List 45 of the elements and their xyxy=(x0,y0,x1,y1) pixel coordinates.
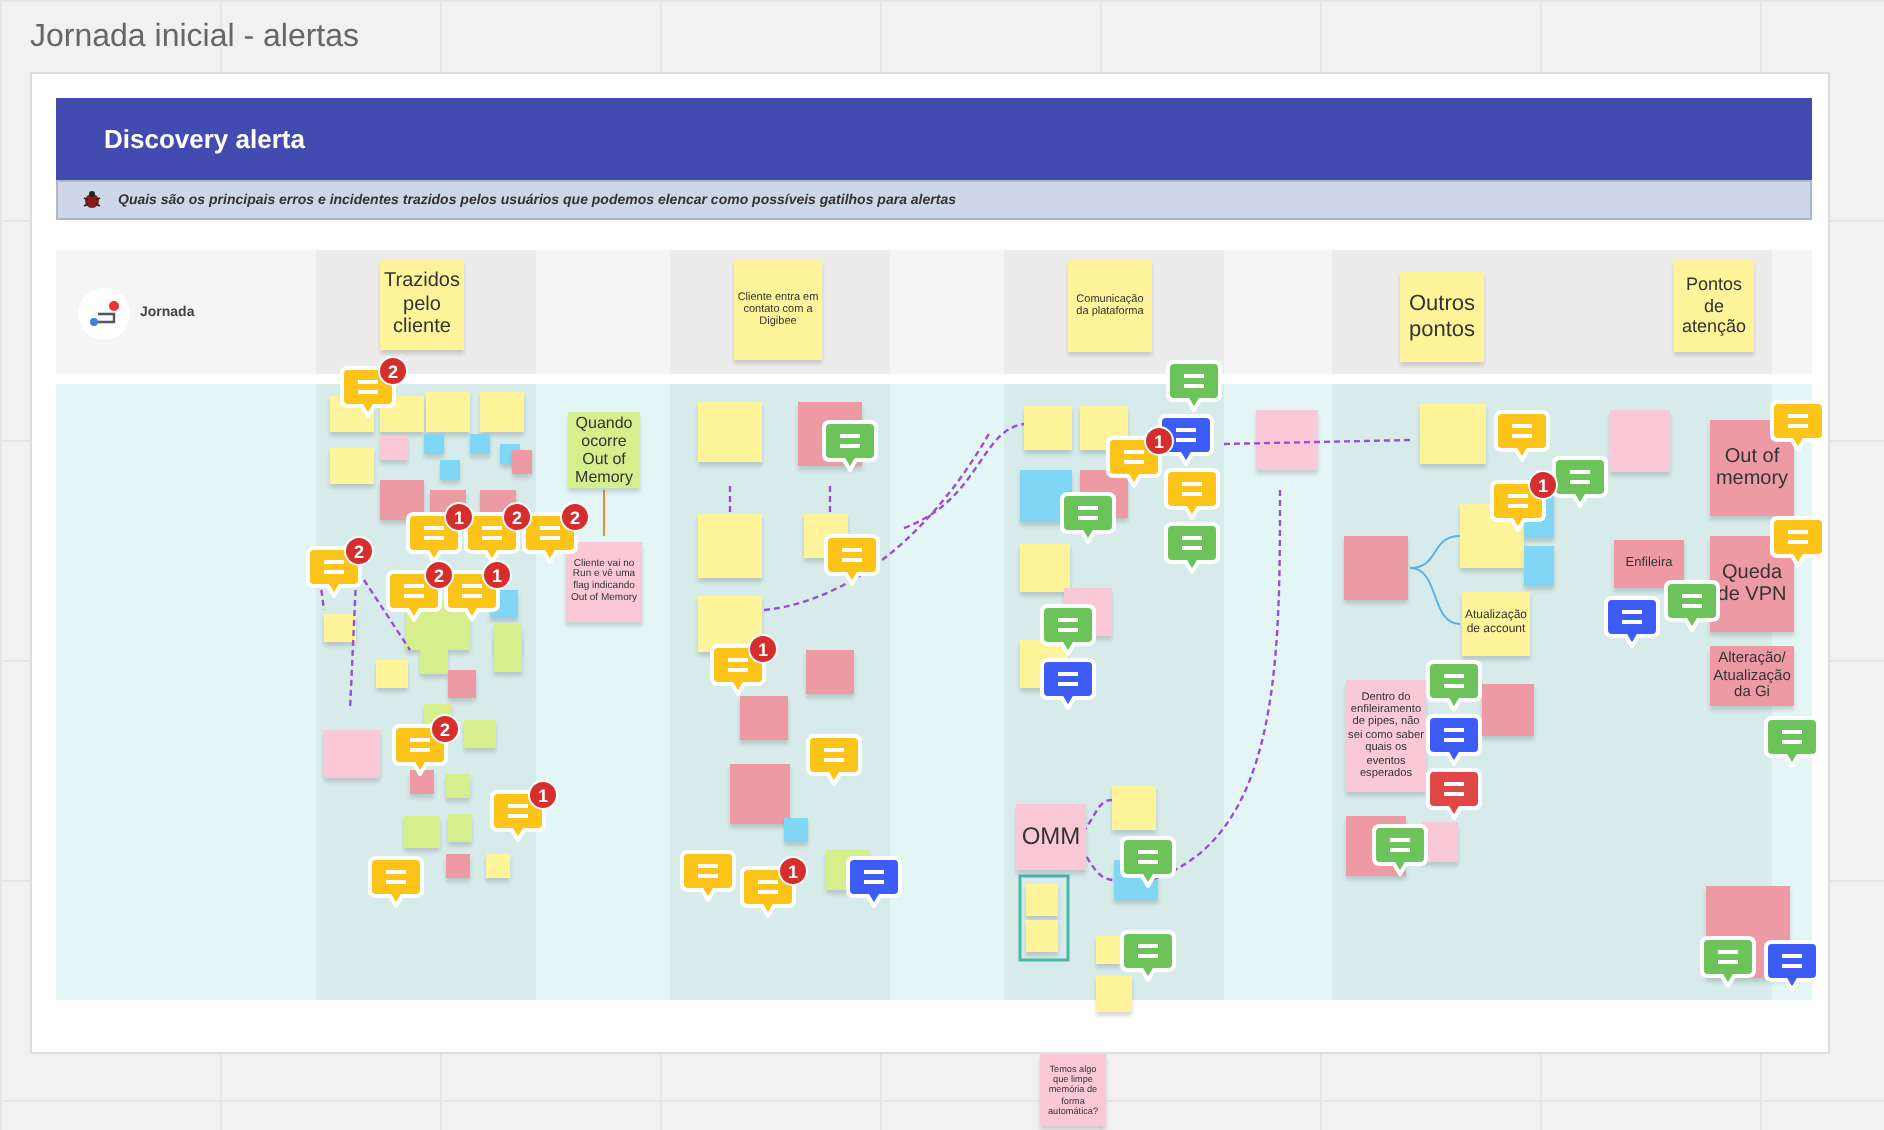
sticky-note xyxy=(494,636,522,672)
sticky-note xyxy=(740,696,788,740)
sticky-note: OMM xyxy=(1016,804,1086,870)
sticky-note xyxy=(806,650,854,694)
connector-line xyxy=(603,489,605,537)
sticky-note xyxy=(404,816,440,848)
sticky-note xyxy=(446,854,470,878)
frame-header: Discovery alerta xyxy=(56,98,1812,180)
map-icon xyxy=(78,288,130,340)
sticky-note xyxy=(698,402,762,462)
sticky-note xyxy=(1096,936,1120,964)
sticky-note xyxy=(1482,684,1534,736)
sticky-note xyxy=(1256,410,1318,470)
sticky-note xyxy=(1610,410,1670,472)
sticky-note xyxy=(1344,536,1408,600)
bug-icon xyxy=(82,190,102,210)
sticky-note xyxy=(698,514,762,578)
sticky-note xyxy=(464,720,496,748)
sticky-note xyxy=(1020,544,1070,592)
sticky-note xyxy=(1026,884,1058,916)
connector-line xyxy=(363,579,411,651)
column-header-note: Outros pontos xyxy=(1400,272,1484,362)
sticky-note xyxy=(380,480,424,520)
sticky-note: Out of memory xyxy=(1710,420,1794,516)
sticky-note xyxy=(448,670,476,698)
sticky-note xyxy=(1026,920,1058,952)
sticky-note xyxy=(330,448,374,484)
column-header-note: Trazidos pelo cliente xyxy=(380,260,464,350)
board-title: Jornada inicial - alertas xyxy=(30,20,360,56)
sticky-note: Quando ocorre Out of Memory xyxy=(568,412,640,488)
sticky-note xyxy=(324,730,380,778)
sticky-note xyxy=(1112,786,1156,830)
sticky-note xyxy=(512,450,532,474)
sticky-note xyxy=(448,814,472,842)
sticky-note xyxy=(410,770,434,794)
sticky-note xyxy=(486,854,510,878)
sticky-note xyxy=(1024,406,1072,450)
sticky-note xyxy=(1096,976,1132,1012)
sticky-note xyxy=(446,774,470,798)
sticky-note xyxy=(380,436,408,460)
column-header-note: Pontos de atenção xyxy=(1674,260,1754,352)
sticky-note xyxy=(1420,404,1486,464)
connector-line xyxy=(728,486,732,512)
sticky-note xyxy=(324,614,356,642)
sticky-note xyxy=(376,660,408,688)
